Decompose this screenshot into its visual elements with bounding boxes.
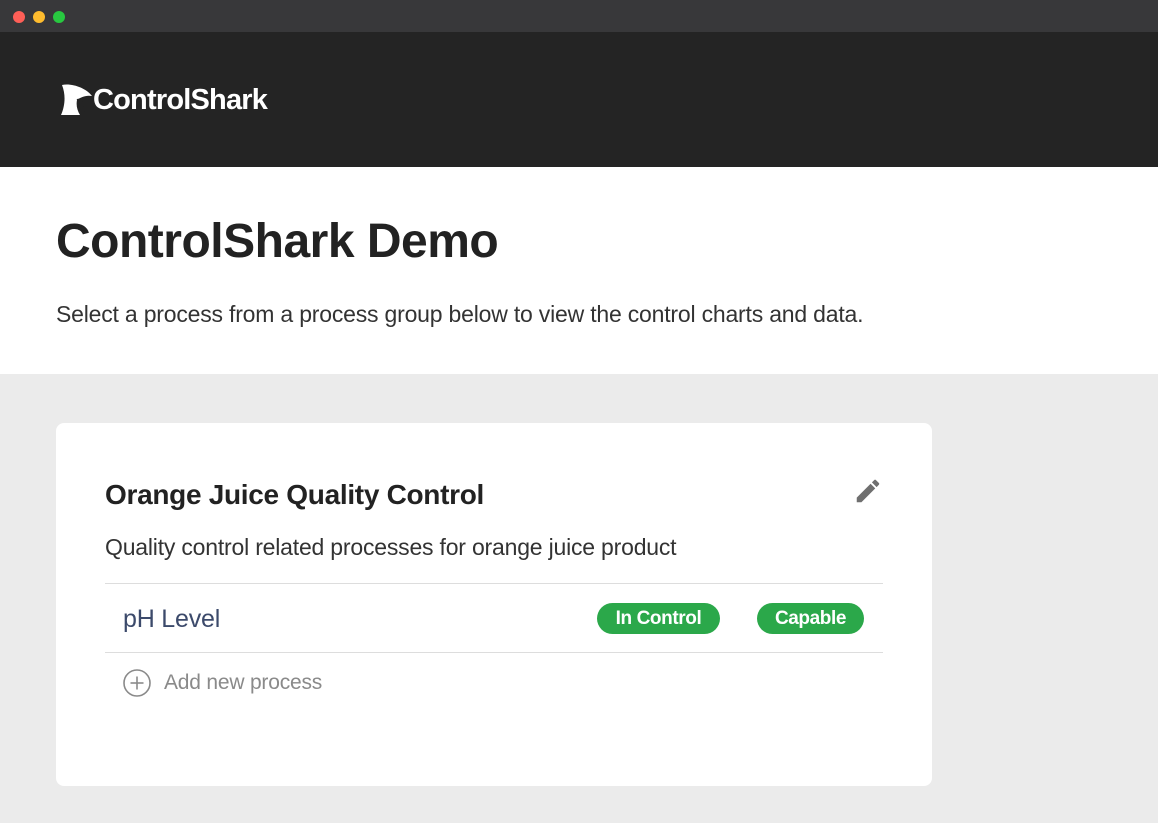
add-new-process-button[interactable]: Add new process bbox=[122, 667, 322, 699]
logo-text: ControlShark bbox=[93, 84, 268, 116]
pencil-icon bbox=[856, 479, 880, 503]
plus-circle-icon bbox=[123, 669, 151, 697]
process-group-description: Quality control related processes for or… bbox=[105, 534, 677, 560]
add-new-process-label: Add new process bbox=[164, 671, 323, 694]
shark-fin-icon bbox=[61, 84, 92, 115]
page-subtitle: Select a process from a process group be… bbox=[56, 301, 864, 327]
process-row-ph-level[interactable]: pH Level In Control Capable bbox=[105, 583, 883, 653]
in-control-badge: In Control bbox=[597, 603, 720, 634]
window-titlebar bbox=[0, 0, 1158, 32]
process-group-card: Orange Juice Quality Control Quality con… bbox=[56, 423, 932, 786]
process-name[interactable]: pH Level bbox=[123, 604, 220, 634]
capable-badge: Capable bbox=[757, 603, 864, 634]
minimize-window-button[interactable] bbox=[33, 11, 45, 23]
page-hero: ControlShark Demo Select a process from … bbox=[0, 167, 1158, 374]
app-header: ControlShark bbox=[0, 32, 1158, 167]
maximize-window-button[interactable] bbox=[53, 11, 65, 23]
page-title: ControlShark Demo bbox=[56, 215, 499, 268]
edit-process-group-button[interactable] bbox=[853, 476, 883, 506]
process-group-title: Orange Juice Quality Control bbox=[105, 479, 485, 510]
close-window-button[interactable] bbox=[13, 11, 25, 23]
logo[interactable]: ControlShark bbox=[60, 82, 268, 118]
